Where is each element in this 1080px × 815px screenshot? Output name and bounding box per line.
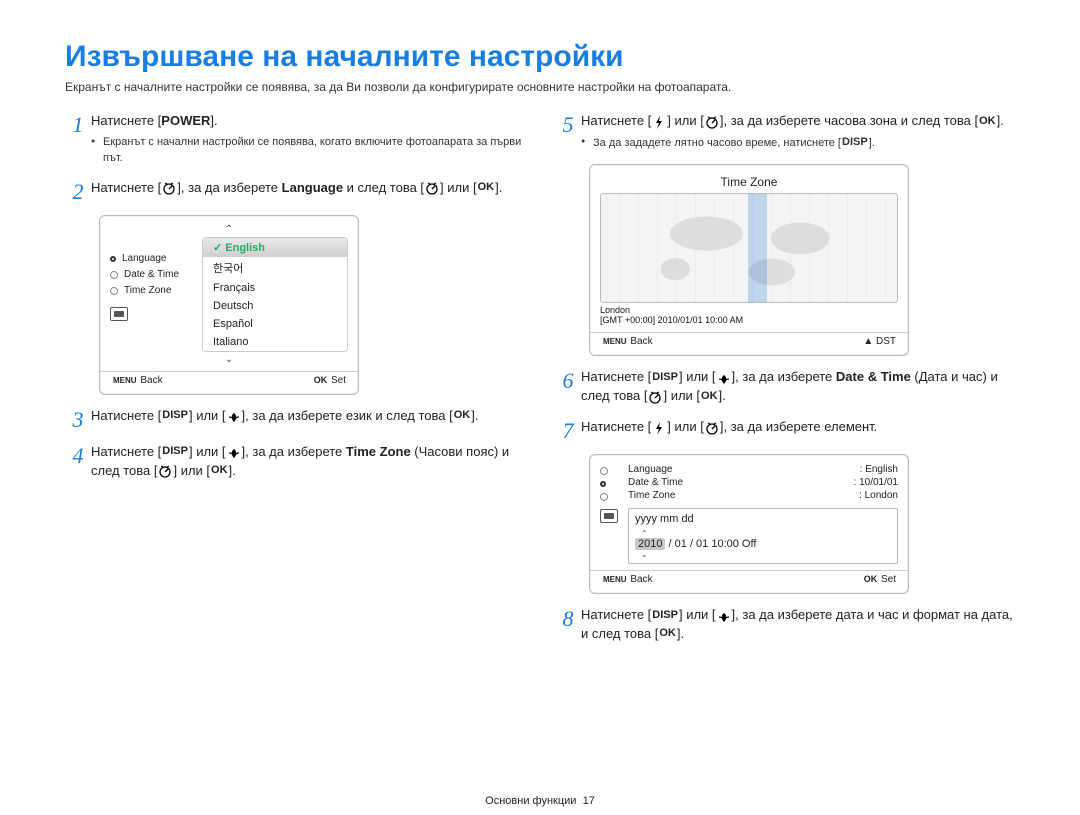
step-number: 5: [555, 112, 581, 152]
footer-back[interactable]: Back: [140, 375, 162, 386]
disp-icon: DISP: [161, 444, 189, 460]
dt-label-datetime: Date & Time: [628, 477, 683, 488]
right-column: 5 Натиснете [] или [], за да изберете ча…: [555, 112, 1015, 656]
timezone-title: Time Zone: [600, 173, 898, 193]
flash-icon: [651, 421, 667, 435]
page-footer: Основни функции 17: [0, 795, 1080, 807]
menu-language: Language: [122, 253, 167, 264]
dt-label-language: Language: [628, 464, 673, 475]
disp-icon: DISP: [651, 608, 679, 624]
disp-icon: DISP: [161, 408, 189, 424]
language-options: English 한국어 Français Deutsch Español Ita…: [202, 237, 348, 352]
step-number: 2: [65, 179, 91, 203]
step-number: 1: [65, 112, 91, 167]
world-map: [600, 193, 898, 303]
dt-value-language: : English: [860, 464, 898, 475]
lang-option-korean[interactable]: 한국어: [203, 257, 347, 279]
ok-icon: OK: [863, 574, 879, 584]
step-8: Натиснете [DISP] или [], за да изберете …: [581, 606, 1015, 644]
step-5-sub: За да зададете лятно часово време, натис…: [581, 135, 1015, 152]
macro-icon: [226, 445, 242, 459]
macro-icon: [716, 609, 732, 623]
lang-option-espanol[interactable]: Español: [203, 315, 347, 333]
dt-value-datetime: : 10/01/01: [854, 477, 898, 488]
ok-icon: OK: [477, 180, 496, 196]
footer-set[interactable]: Set: [881, 574, 896, 585]
step-5: Натиснете [] или [], за да изберете часо…: [581, 112, 1015, 152]
step-2: Натиснете [], за да изберете Language и …: [91, 179, 525, 203]
datetime-panel: Language: English Date & Time: 10/01/01 …: [589, 454, 909, 594]
language-panel: ⌃ Language Date & Time Time Zone English…: [99, 215, 359, 395]
lang-option-italiano[interactable]: Italiano: [203, 333, 347, 351]
ok-icon: OK: [700, 389, 719, 405]
timezone-city: London: [600, 305, 898, 316]
chevron-down-icon: ⌄: [110, 354, 348, 365]
lang-option-deutsch[interactable]: Deutsch: [203, 297, 347, 315]
footer-back[interactable]: Back: [630, 574, 652, 585]
menu-time-zone: Time Zone: [124, 285, 171, 296]
flash-icon: [651, 115, 667, 129]
timer-icon: [157, 464, 173, 478]
ok-icon: OK: [658, 626, 677, 642]
step-7: Натиснете [] или [], за да изберете елем…: [581, 418, 1015, 442]
timer-icon: [161, 181, 177, 195]
page-title: Извършване на началните настройки: [65, 40, 1015, 74]
step-4: Натиснете [DISP] или [], за да изберете …: [91, 443, 525, 481]
timer-icon: [424, 181, 440, 195]
disp-icon: DISP: [841, 135, 869, 151]
ok-icon: OK: [210, 463, 229, 479]
step-1: Натиснете [POWER]. Екранът с начални нас…: [91, 112, 525, 167]
ok-icon: OK: [313, 375, 329, 385]
footer-set[interactable]: Set: [331, 375, 346, 386]
menu-icon: MENU: [602, 575, 628, 584]
lang-option-english[interactable]: English: [203, 238, 347, 257]
disp-icon: DISP: [651, 370, 679, 386]
dt-label-timezone: Time Zone: [628, 490, 675, 501]
macro-icon: [716, 371, 732, 385]
step-number: 3: [65, 407, 91, 431]
step-3: Натиснете [DISP] или [], за да изберете …: [91, 407, 525, 431]
macro-icon: [226, 409, 242, 423]
footer-dst[interactable]: DST: [876, 336, 896, 347]
menu-icon: MENU: [112, 376, 138, 385]
lang-option-francais[interactable]: Français: [203, 279, 347, 297]
card-icon: [110, 307, 128, 321]
ok-icon: OK: [453, 408, 472, 424]
timezone-stamp: [GMT +00:00] 2010/01/01 10:00 AM: [600, 315, 898, 326]
timer-icon: [704, 115, 720, 129]
dt-year-chip[interactable]: 2010: [635, 538, 665, 550]
up-triangle-icon: ▲: [863, 336, 873, 347]
step-number: 8: [555, 606, 581, 644]
timer-icon: [704, 421, 720, 435]
left-column: 1 Натиснете [POWER]. Екранът с начални н…: [65, 112, 525, 656]
power-key: POWER: [161, 113, 210, 128]
timezone-panel: Time Zone London [GMT +00:00] 2010/01/01…: [589, 164, 909, 357]
step-number: 4: [65, 443, 91, 481]
menu-icon: MENU: [602, 337, 628, 346]
card-icon: [600, 509, 618, 523]
step-number: 7: [555, 418, 581, 442]
menu-date-time: Date & Time: [124, 269, 179, 280]
page-intro: Екранът с началните настройки се появява…: [65, 80, 1015, 94]
footer-back[interactable]: Back: [630, 336, 652, 347]
dt-value-timezone: : London: [859, 490, 898, 501]
timer-icon: [647, 390, 663, 404]
chevron-up-icon: ⌃: [110, 224, 348, 235]
step-1-sub: Екранът с начални настройки се появява, …: [91, 135, 525, 167]
ok-icon: OK: [978, 114, 997, 130]
dt-format-header: yyyy mm dd: [635, 513, 891, 525]
datetime-editor[interactable]: yyyy mm dd ⌃ 2010 / 01 / 01 10:00 Off ⌄: [628, 508, 898, 564]
step-6: Натиснете [DISP] или [], за да изберете …: [581, 368, 1015, 406]
step-number: 6: [555, 368, 581, 406]
